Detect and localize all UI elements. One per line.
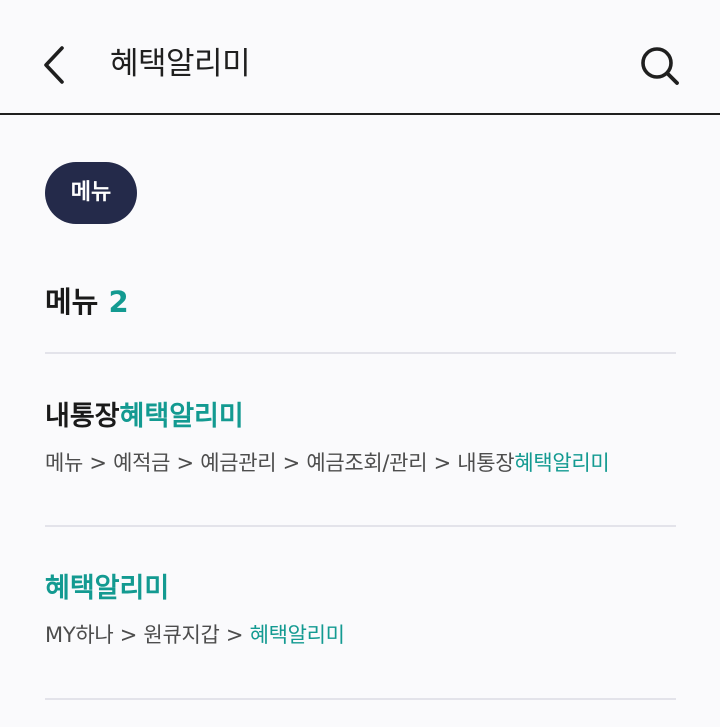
search-button[interactable]	[632, 38, 688, 94]
divider	[45, 525, 676, 527]
filter-chip-menu[interactable]: 메뉴	[45, 162, 137, 224]
result-path: MY하나 > 원큐지갑 > 혜택알리미	[45, 620, 685, 650]
list-item[interactable]: 내통장혜택알리미 메뉴 > 예적금 > 예금관리 > 예금조회/관리 > 내통장…	[45, 399, 685, 478]
result-title-prefix: 내통장	[45, 401, 120, 432]
result-title-highlight: 혜택알리미	[45, 573, 170, 604]
result-path-highlight: 혜택알리미	[514, 451, 610, 475]
result-path: 메뉴 > 예적금 > 예금관리 > 예금조회/관리 > 내통장혜택알리미	[45, 448, 685, 478]
result-path-prefix: 메뉴 > 예적금 > 예금관리 > 예금조회/관리 > 내통장	[45, 451, 515, 475]
result-path-prefix: MY하나 > 원큐지갑 >	[45, 623, 250, 647]
result-count: 2	[108, 285, 129, 319]
divider	[45, 698, 676, 700]
result-title: 혜택알리미	[45, 571, 685, 607]
page-title: 혜택알리미	[110, 46, 251, 82]
result-title: 내통장혜택알리미	[45, 399, 685, 435]
top-app-bar: 혜택알리미	[0, 0, 720, 115]
section-label: 메뉴	[45, 285, 99, 319]
list-item[interactable]: 혜택알리미 MY하나 > 원큐지갑 > 혜택알리미	[45, 571, 685, 650]
chevron-left-icon	[44, 46, 64, 84]
back-button[interactable]	[30, 38, 78, 92]
section-title: 메뉴 2	[45, 282, 129, 322]
result-path-highlight: 혜택알리미	[249, 623, 345, 647]
divider	[45, 352, 676, 354]
result-title-highlight: 혜택알리미	[119, 401, 244, 432]
search-icon	[641, 47, 679, 85]
